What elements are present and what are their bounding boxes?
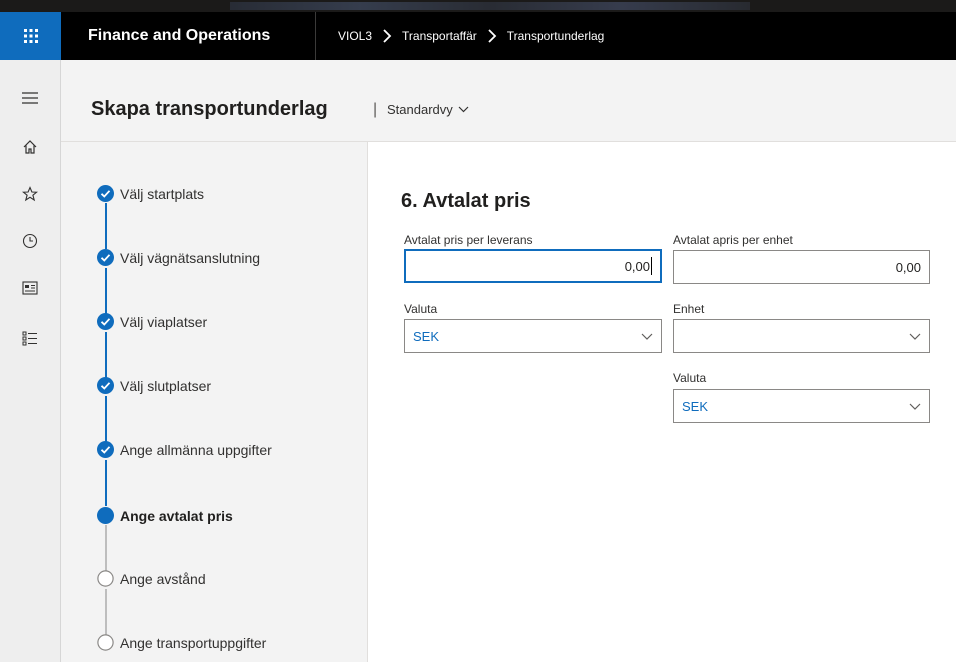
left-nav-rail — [0, 60, 61, 662]
wizard-step-label: Ange avtalat pris — [120, 507, 233, 524]
top-strip — [0, 0, 956, 12]
view-selector-label: Standardvy — [387, 102, 453, 117]
wizard-step-label: Välj startplats — [120, 185, 205, 202]
wizard-step-label: Välj slutplatser — [120, 377, 212, 394]
blurred-strip — [230, 2, 750, 10]
price-per-unit-input[interactable]: 0,00 — [673, 250, 930, 284]
chevron-right-icon — [382, 29, 392, 43]
checkmark-circle-icon — [97, 249, 114, 266]
wizard-step[interactable]: Välj viaplatser — [97, 313, 207, 330]
unit-select[interactable] — [673, 319, 930, 353]
empty-circle-icon — [97, 570, 114, 587]
chevron-down-icon — [909, 403, 921, 410]
price-per-unit-label: Avtalat apris per enhet — [673, 233, 793, 247]
list-icon[interactable] — [19, 327, 41, 349]
text-cursor — [651, 257, 652, 275]
chevron-down-icon — [641, 333, 653, 340]
wizard-step-label: Ange avstånd — [120, 570, 206, 587]
wizard-step[interactable]: Ange allmänna uppgifter — [97, 441, 272, 458]
step-connector — [105, 332, 107, 378]
wizard-steps-panel: Välj startplats Välj vägnätsanslutning V… — [61, 142, 368, 662]
title-separator: | — [373, 101, 378, 118]
section-title: 6. Avtalat pris — [401, 190, 531, 212]
currency-value: SEK — [413, 328, 440, 344]
unit-label: Enhet — [673, 302, 705, 316]
star-icon[interactable] — [19, 183, 41, 205]
wizard-step-label: Välj vägnätsanslutning — [120, 249, 261, 266]
wizard-step[interactable]: Ange avstånd — [97, 570, 206, 587]
workspace-icon[interactable] — [19, 277, 41, 299]
wizard-step[interactable]: Välj vägnätsanslutning — [97, 249, 260, 266]
app-launcher-button[interactable] — [0, 12, 61, 60]
top-navbar: Finance and Operations VIOL3 Transportaf… — [0, 12, 956, 60]
empty-circle-icon — [97, 634, 114, 651]
waffle-icon — [23, 29, 38, 43]
wizard-step[interactable]: Ange transportuppgifter — [97, 634, 266, 651]
wizard-step-active[interactable]: Ange avtalat pris — [97, 507, 233, 524]
checkmark-circle-icon — [97, 185, 114, 202]
unit-currency-label: Valuta — [673, 371, 707, 385]
navbar-divider — [315, 12, 316, 60]
wizard-step-label: Ange allmänna uppgifter — [120, 441, 272, 458]
price-per-delivery-value: 0,00 — [624, 258, 650, 274]
breadcrumb-item-module[interactable]: Transportaffär — [402, 29, 477, 43]
chevron-down-icon — [458, 106, 469, 113]
wizard-step-label: Välj viaplatser — [120, 313, 208, 330]
unit-currency-value: SEK — [682, 398, 709, 414]
currency-label: Valuta — [404, 302, 438, 316]
wizard-step[interactable]: Välj startplats — [97, 185, 204, 202]
main-form-panel: 6. Avtalat pris Avtalat pris per leveran… — [368, 142, 956, 662]
price-per-delivery-input[interactable]: 0,00 — [404, 249, 662, 283]
checkmark-circle-icon — [97, 377, 114, 394]
chevron-right-icon — [487, 29, 497, 43]
price-per-unit-value: 0,00 — [895, 259, 921, 275]
step-connector — [105, 589, 107, 635]
breadcrumb: VIOL3 Transportaffär Transportunderlag — [338, 12, 604, 60]
step-connector — [105, 203, 107, 249]
home-icon[interactable] — [19, 136, 41, 158]
breadcrumb-item-page[interactable]: Transportunderlag — [507, 29, 605, 43]
clock-icon[interactable] — [19, 230, 41, 252]
step-connector — [105, 268, 107, 314]
breadcrumb-item-company[interactable]: VIOL3 — [338, 29, 372, 43]
checkmark-circle-icon — [97, 441, 114, 458]
page-title: Skapa transportunderlag — [91, 98, 328, 120]
wizard-step[interactable]: Välj slutplatser — [97, 377, 211, 394]
unit-currency-select[interactable]: SEK — [673, 389, 930, 423]
filled-circle-icon — [97, 507, 114, 524]
price-per-delivery-label: Avtalat pris per leverans — [404, 233, 533, 247]
step-connector — [105, 396, 107, 442]
step-connector — [105, 460, 107, 506]
hamburger-icon[interactable] — [19, 87, 41, 109]
checkmark-circle-icon — [97, 313, 114, 330]
currency-select[interactable]: SEK — [404, 319, 662, 353]
app-title[interactable]: Finance and Operations — [88, 12, 270, 60]
step-connector — [105, 525, 107, 571]
page-header: Skapa transportunderlag | Standardvy — [61, 60, 956, 142]
chevron-down-icon — [909, 333, 921, 340]
view-selector[interactable]: Standardvy — [387, 102, 469, 117]
wizard-step-label: Ange transportuppgifter — [120, 634, 267, 651]
